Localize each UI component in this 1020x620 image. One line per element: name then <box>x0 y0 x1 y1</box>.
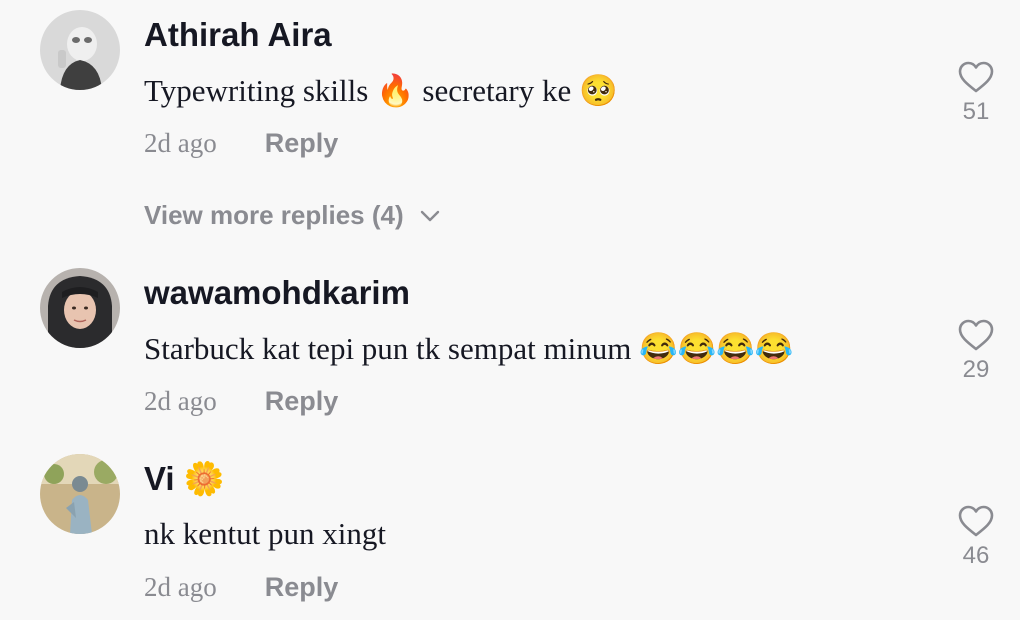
like-count: 46 <box>962 542 990 569</box>
heart-outline-icon <box>958 505 994 537</box>
chevron-down-icon <box>420 210 439 221</box>
reply-button[interactable]: Reply <box>265 386 339 417</box>
like-count: 51 <box>962 98 990 125</box>
like-count: 29 <box>962 356 990 383</box>
comment-timestamp: 2d ago <box>144 572 217 602</box>
heart-outline-icon <box>958 319 994 351</box>
comment-text: Typewriting skills 🔥 secretary ke 🥺 <box>144 73 618 108</box>
comment-timestamp: 2d ago <box>144 128 217 158</box>
comment-username[interactable]: Vi 🌼 <box>144 460 225 499</box>
comment-username[interactable]: Athirah Aira <box>144 16 332 54</box>
comment-text: nk kentut pun xingt <box>144 516 386 551</box>
comment-timestamp: 2d ago <box>144 386 217 416</box>
avatar[interactable] <box>40 10 120 90</box>
reply-button[interactable]: Reply <box>265 572 339 603</box>
reply-button[interactable]: Reply <box>265 128 339 159</box>
like-button[interactable]: 29 <box>952 318 1000 384</box>
avatar[interactable] <box>40 454 120 534</box>
comment-username[interactable]: wawamohdkarim <box>144 274 410 312</box>
avatar[interactable] <box>40 268 120 348</box>
view-more-replies-label: View more replies (4) <box>144 200 404 230</box>
comment-meta: 2d ago Reply <box>144 572 338 603</box>
like-button[interactable]: 46 <box>952 504 1000 570</box>
comment-meta: 2d ago Reply <box>144 386 338 417</box>
comment-text: Starbuck kat tepi pun tk sempat minum 😂😂… <box>144 331 794 366</box>
heart-outline-icon <box>958 61 994 93</box>
view-more-replies-button[interactable]: View more replies (4) <box>144 200 440 231</box>
like-button[interactable]: 51 <box>952 60 1000 126</box>
comment-meta: 2d ago Reply <box>144 128 338 159</box>
